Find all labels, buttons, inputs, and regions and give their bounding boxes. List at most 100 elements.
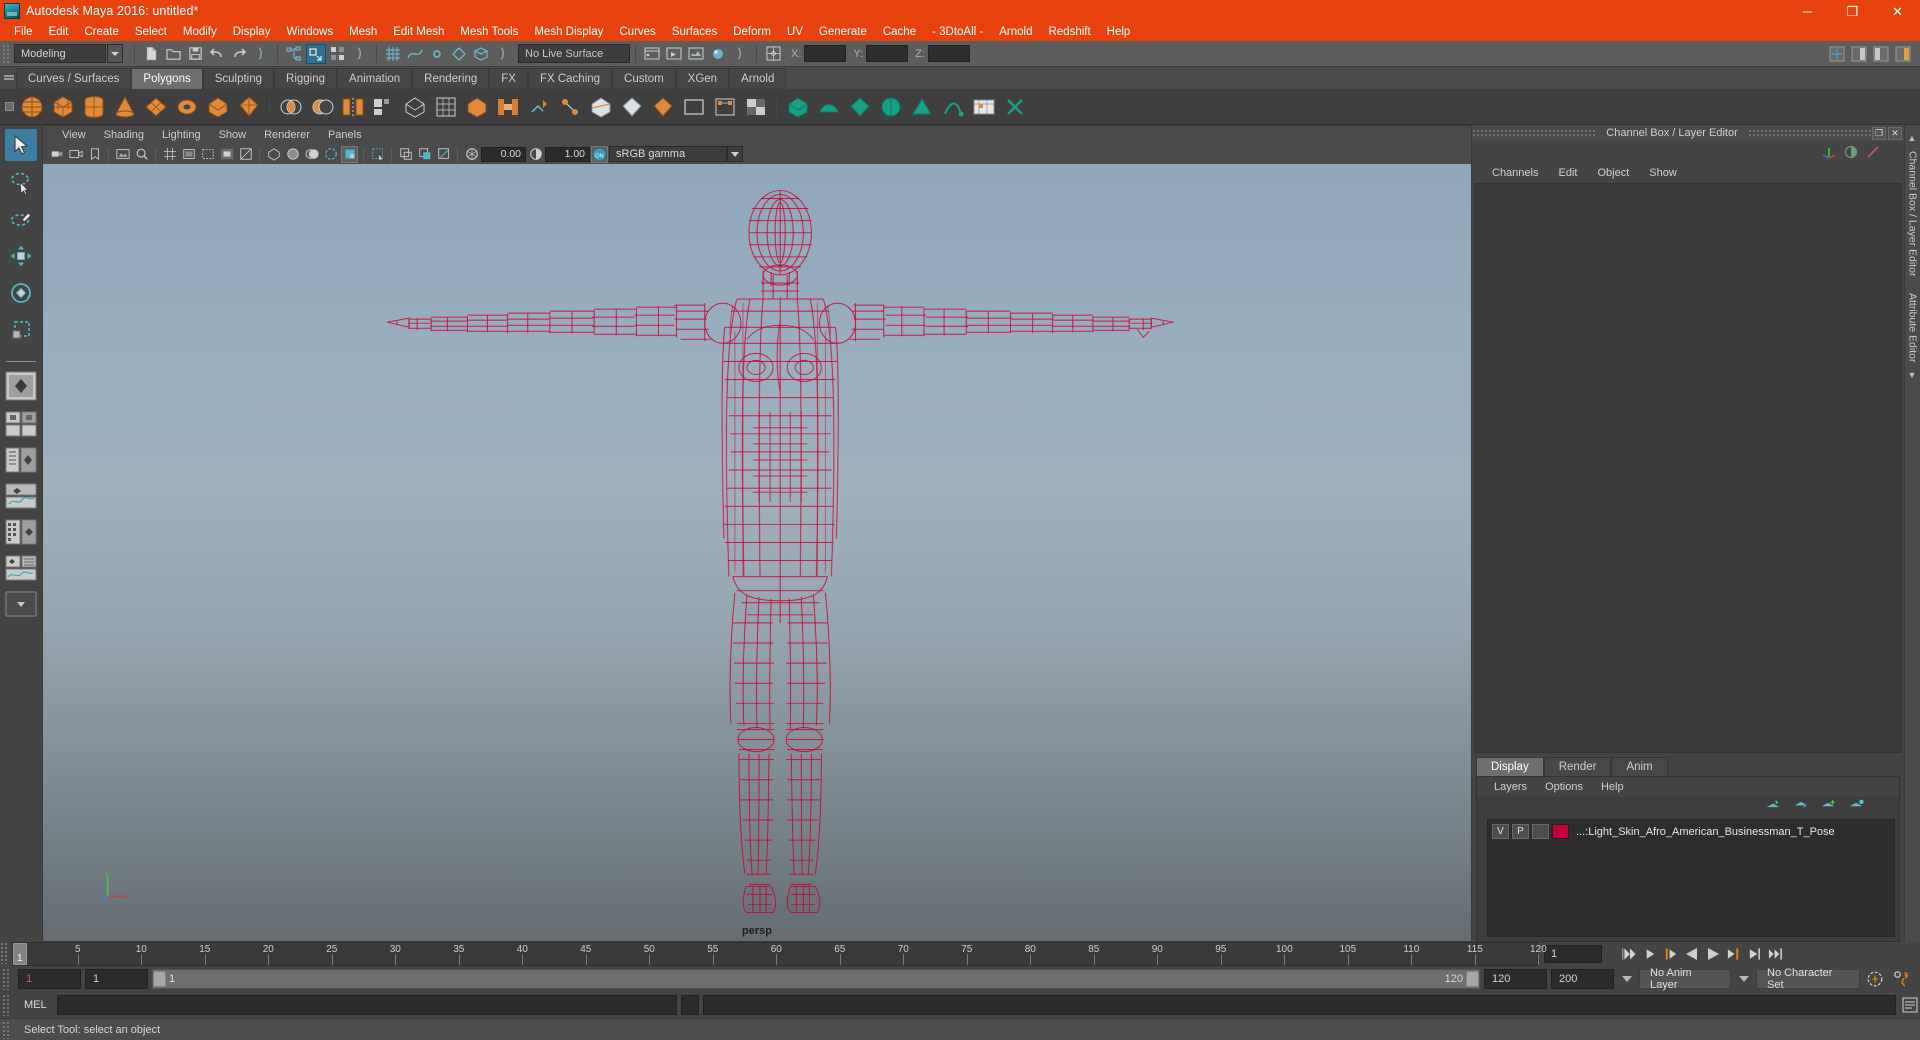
bridge-icon[interactable] [493,92,522,121]
sculpt-tool-green-2-icon[interactable] [814,92,843,121]
shelf-tab-polygons[interactable]: Polygons [131,68,203,89]
sculpt-tool-green-3-icon[interactable] [845,92,874,121]
polygon-prism-icon[interactable] [203,92,232,121]
anim-layer-dropdown-arrow-icon[interactable] [1618,969,1635,989]
layer-visibility-toggle[interactable]: V [1492,824,1509,839]
exposure-value-field[interactable]: 0.00 [481,146,526,162]
persp-graph-editor-layout[interactable] [4,483,38,514]
target-weld-icon[interactable] [617,92,646,121]
polygon-cube-icon[interactable] [48,92,77,121]
outliner-persp-layout[interactable] [4,447,38,478]
animation-preferences-icon[interactable] [1890,970,1914,988]
extract-icon[interactable] [369,92,398,121]
polygon-sphere-icon[interactable] [17,92,46,121]
menu-mesh-display[interactable]: Mesh Display [526,22,611,41]
twoD-pan-zoom-icon[interactable] [133,146,150,163]
extrude-icon[interactable] [524,92,553,121]
transform-input-mode-icon[interactable] [763,44,783,64]
more-layouts-button[interactable] [4,591,38,622]
shading-sphere-icon[interactable] [1841,142,1861,162]
boolean-difference-icon[interactable] [307,92,336,121]
menu-create[interactable]: Create [76,22,127,41]
use-default-lighting-icon[interactable] [369,146,386,163]
color-management-toggle-icon[interactable]: ON [591,145,608,163]
new-scene-icon[interactable] [141,44,161,64]
coord-z-field[interactable] [927,45,970,62]
polygon-pyramid-icon[interactable] [234,92,263,121]
time-cursor[interactable]: 1 [13,943,27,965]
channel-box-content[interactable] [1474,183,1902,753]
viewport-menu-show[interactable]: Show [210,129,256,141]
channel-box-menu-channels[interactable]: Channels [1482,167,1548,179]
animation-start-time-field[interactable]: 1 [18,969,81,989]
select-by-hierarchy-icon[interactable] [284,44,304,64]
side-scroll-up-icon[interactable]: ▲ [1908,133,1918,143]
go-to-end-icon[interactable] [1767,945,1784,963]
move-tool[interactable] [5,240,37,272]
quad-draw-icon[interactable] [431,92,460,121]
uv-editor-icon[interactable] [710,92,739,121]
undo-icon[interactable] [207,44,227,64]
coord-y-field[interactable] [866,45,909,62]
statusline-expander-3-icon[interactable] [493,44,513,64]
show-hide-tool-settings-icon[interactable] [1871,44,1891,64]
tab-display[interactable]: Display [1476,757,1544,776]
menu-display[interactable]: Display [225,22,279,41]
menu-file[interactable]: File [6,22,41,41]
append-polygon-icon[interactable] [679,92,708,121]
redo-icon[interactable] [229,44,249,64]
polygon-cylinder-icon[interactable] [79,92,108,121]
multi-cut-icon[interactable] [586,92,615,121]
transfer-attributes-icon[interactable] [969,92,998,121]
side-t ab-attribute-editor[interactable]: Attribute Editor [1907,285,1919,370]
shelf-tab-sculpting[interactable]: Sculpting [202,68,275,89]
tab-anim[interactable]: Anim [1611,757,1668,776]
menu-surfaces[interactable]: Surfaces [664,22,725,41]
lasso-select-tool[interactable] [5,166,37,198]
layer-menu-layers[interactable]: Layers [1485,781,1536,793]
menu-redshift[interactable]: Redshift [1040,22,1098,41]
resolution-gate-icon[interactable] [199,146,216,163]
playback-end-time-field[interactable]: 120 [1484,969,1547,989]
menu-uv[interactable]: UV [779,22,811,41]
shelf-tab-arnold[interactable]: Arnold [729,68,787,89]
uv-checker-icon[interactable] [741,92,770,121]
menuset-dropdown-arrow-icon[interactable] [107,44,123,63]
gamma-value-field[interactable]: 1.00 [545,146,590,162]
film-gate-icon[interactable] [180,146,197,163]
shelf-tab-rigging[interactable]: Rigging [274,68,338,89]
render-settings-icon[interactable] [686,44,706,64]
menu-mesh[interactable]: Mesh [341,22,385,41]
step-forward-frame-icon[interactable] [1725,945,1742,963]
select-tool[interactable] [5,129,37,161]
polygon-cone-icon[interactable] [110,92,139,121]
play-backwards-icon[interactable] [1683,945,1700,963]
shelf-tab-xgen[interactable]: XGen [675,68,730,89]
transform-axes-icon[interactable] [1819,142,1839,162]
statusline-expander-1-icon[interactable] [251,44,271,64]
delete-history-icon[interactable] [1000,92,1029,121]
save-scene-icon[interactable] [185,44,205,64]
move-layer-up-icon[interactable] [1765,798,1781,816]
channel-box-menu-object[interactable]: Object [1587,167,1639,179]
side-tab-channel-box-layer-editor[interactable]: Channel Box / Layer Editor [1907,143,1919,285]
layer-color-swatch[interactable] [1552,824,1569,839]
command-input[interactable] [56,995,677,1015]
gate-mask-icon[interactable] [218,146,235,163]
ambient-occlusion-icon[interactable] [416,146,433,163]
viewport-3d-canvas[interactable]: y z x persp [42,164,1472,942]
channel-box-menu-edit[interactable]: Edit [1548,167,1587,179]
move-layer-down-icon[interactable] [1793,798,1809,816]
panel-close-button[interactable]: ✕ [1888,126,1902,140]
current-frame-field[interactable]: 1 [1544,945,1602,963]
character-set-dropdown-arrow-icon[interactable] [1735,969,1752,989]
menu-3dtoall[interactable]: - 3DtoAll - [924,22,991,41]
fill-hole-icon[interactable] [648,92,677,121]
polygon-torus-icon[interactable] [172,92,201,121]
menu-help[interactable]: Help [1099,22,1139,41]
shelf-drag-handle[interactable] [2,67,16,89]
paint-weights-icon[interactable] [938,92,967,121]
create-layer-from-selected-icon[interactable] [1849,798,1865,816]
panel-float-button[interactable]: ❐ [1872,126,1886,140]
statusbar-drag-handle[interactable] [2,1020,11,1039]
